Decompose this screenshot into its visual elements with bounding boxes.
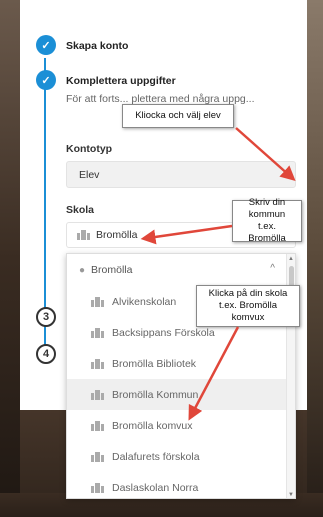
dropdown-item-label: Backsippans Förskola <box>112 326 215 339</box>
building-icon <box>91 389 104 400</box>
kontotyp-label: Kontotyp <box>66 143 113 155</box>
dropdown-item[interactable]: Bromölla komvux <box>67 410 295 441</box>
building-icon <box>91 327 104 338</box>
callout-enter-municipality: Skriv din kommun t.ex. Bromölla <box>232 197 302 244</box>
building-icon <box>91 482 104 493</box>
building-icon <box>91 451 104 462</box>
location-pin-icon: ● <box>79 264 86 276</box>
step-4-indicator: 4 <box>36 344 56 364</box>
dropdown-item-label: Alvikenskolan <box>112 295 177 308</box>
callout-choose-elev: Kliocka och välj elev <box>122 104 234 128</box>
dropdown-item[interactable]: Bromölla Bibliotek <box>67 348 295 379</box>
dropdown-item-label: Bromölla Bibliotek <box>112 357 197 370</box>
kontotyp-select[interactable]: Elev ⌄ <box>66 161 296 188</box>
scroll-up-icon[interactable]: ▲ <box>288 256 294 262</box>
background-right <box>307 0 323 517</box>
dropdown-item-hovered[interactable]: Bromölla Kommun <box>67 379 295 410</box>
dropdown-item-label: Bromölla Kommun <box>112 388 199 401</box>
dropdown-header-label: Bromölla <box>91 264 133 276</box>
building-icon <box>91 420 104 431</box>
step-2-check-icon: ✓ <box>36 70 56 90</box>
scroll-down-icon[interactable]: ▼ <box>288 492 294 498</box>
step-1-title: Skapa konto <box>66 40 129 52</box>
chevron-up-icon: ^ <box>270 263 275 274</box>
step-progress-line <box>44 58 46 348</box>
dropdown-municipality-header[interactable]: ● Bromölla ^ <box>67 254 295 286</box>
chevron-down-icon: ⌄ <box>279 169 287 179</box>
dropdown-item-label: Dalafurets förskola <box>112 450 200 463</box>
building-icon <box>91 296 104 307</box>
building-icon <box>91 358 104 369</box>
dropdown-item[interactable]: Dalafurets förskola <box>67 441 295 472</box>
step-1-check-icon: ✓ <box>36 35 56 55</box>
callout-choose-school: Klicka på din skola t.ex. Bromölla komvu… <box>196 285 300 327</box>
building-icon <box>77 230 90 240</box>
dropdown-item-label: Bromölla komvux <box>112 419 193 432</box>
background-left <box>0 0 20 517</box>
step-3-indicator: 3 <box>36 307 56 327</box>
step-2-title: Komplettera uppgifter <box>66 75 176 87</box>
kontotyp-value: Elev <box>79 169 100 181</box>
skola-label: Skola <box>66 204 95 216</box>
skola-search-value: Bromölla <box>96 229 138 241</box>
dropdown-item[interactable]: Daslaskolan Norra <box>67 472 295 498</box>
dropdown-item-label: Daslaskolan Norra <box>112 481 199 494</box>
